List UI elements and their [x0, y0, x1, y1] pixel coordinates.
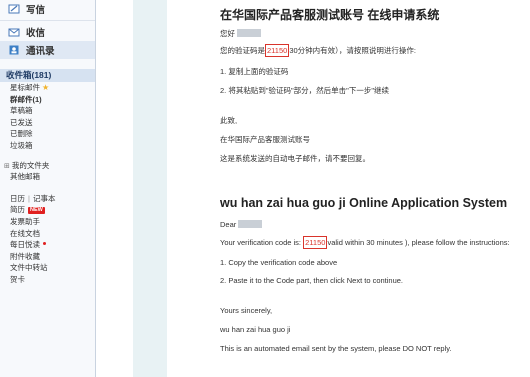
new-badge: NEW — [28, 207, 45, 215]
sidebar-item-starred[interactable]: 星标邮件 ★ — [0, 82, 95, 94]
tool-calendar[interactable]: 日历 — [10, 194, 25, 203]
code-prefix: Your verification code is: — [220, 238, 302, 247]
notification-dot — [43, 242, 46, 246]
receive-button[interactable]: 收信 — [0, 23, 95, 41]
receive-icon — [8, 26, 20, 38]
sidebar-item-group-mail[interactable]: 群邮件(1) — [0, 94, 95, 106]
step-1-cn: 1. 复制上面的验证码 — [220, 67, 289, 76]
code-line-cn: 您的验证码是 21150 30分钟内有效），请按照说明进行操作: — [220, 44, 416, 57]
sidebar-item-sent[interactable]: 已发送 — [0, 117, 95, 129]
greeting-cn: 您好 — [220, 28, 261, 39]
email-body: 在华国际产品客服测试账号 在线申请系统 您好 您的验证码是 21150 30分钟内有… — [200, 0, 530, 377]
email-title-en: wu han zai hua guo ji Online Application… — [220, 196, 508, 210]
step-2-en: 2. Paste it to the Code part, then click… — [220, 276, 404, 285]
compose-label: 写信 — [26, 5, 46, 16]
compose-button[interactable]: 写信 — [0, 0, 95, 18]
auto-note-en: This is an automated email sent by the s… — [220, 344, 452, 353]
divider — [0, 20, 95, 21]
verification-code: 21150 — [265, 44, 290, 57]
tool-file-transfer[interactable]: 文件中转站 — [0, 262, 95, 274]
greeting-text: 您好 — [220, 29, 235, 38]
signature-en: wu han zai hua guo ji — [220, 325, 291, 334]
code-suffix: 30分钟内有效），请按照说明进行操作: — [289, 46, 416, 55]
tool-resume[interactable]: 简历 NEW — [0, 204, 95, 216]
tool-notepad[interactable]: 记事本 — [33, 194, 56, 203]
email-title-cn: 在华国际产品客服测试账号 在线申请系统 — [220, 8, 440, 22]
star-icon: ★ — [42, 83, 50, 92]
tools-section: 日历 | 记事本 简历 NEW 发票助手 在线文档 每日悦读 附件收藏 文件中转站 贺… — [0, 193, 95, 286]
divider: | — [28, 193, 30, 203]
sidebar-item-inbox[interactable]: 收件箱(181) — [0, 69, 95, 82]
tool-online-docs[interactable]: 在线文档 — [0, 228, 95, 240]
closing-en: Yours sincerely, — [220, 306, 273, 315]
code-suffix: valid within 30 minutes ), please follow… — [327, 238, 510, 247]
code-prefix: 您的验证码是 — [220, 46, 265, 55]
tool-mail-assistant[interactable]: 发票助手 — [0, 216, 95, 228]
step-2-cn: 2. 将其粘贴到"验证码"部分，然后单击"下一步"继续 — [220, 86, 389, 95]
sidebar-item-label: 星标邮件 — [10, 83, 40, 92]
contacts-icon — [8, 44, 20, 56]
tool-daily-read[interactable]: 每日悦读 — [0, 239, 95, 251]
sidebar-item-deleted[interactable]: 已删除 — [0, 128, 95, 140]
receive-label: 收信 — [26, 28, 46, 39]
tool-daily-read-label: 每日悦读 — [10, 240, 40, 250]
sidebar-item-other-mailbox[interactable]: 其他邮箱 — [0, 171, 95, 183]
redacted-name — [237, 29, 261, 37]
sidebar-item-label: 我的文件夹 — [11, 160, 50, 170]
closing-cn: 此致, — [220, 116, 238, 125]
sidebar-item-spam[interactable]: 垃圾箱 — [0, 140, 95, 152]
tool-cards[interactable]: 贺卡 — [0, 274, 95, 286]
contacts-label: 通讯录 — [26, 46, 55, 57]
step-1-en: 1. Copy the verification code above — [220, 258, 338, 267]
calendar-notepad-row: 日历 | 记事本 — [0, 193, 95, 205]
sidebar-item-my-folders[interactable]: ⊞ 我的文件夹 — [0, 160, 95, 172]
expand-icon[interactable]: ⊞ — [4, 163, 10, 170]
redacted-name — [238, 220, 263, 228]
tool-attachments[interactable]: 附件收藏 — [0, 251, 95, 263]
verification-code: 21150 — [303, 236, 328, 249]
contacts-button[interactable]: 通讯录 — [0, 41, 95, 59]
mail-sidebar: 写信 收信 通讯录 收件箱(181) 星标邮件 ★ 群邮件(1) 草稿箱 已发送 … — [0, 0, 96, 377]
auto-note-cn: 这是系统发送的自动电子邮件，请不要回复。 — [220, 154, 370, 163]
sidebar-item-drafts[interactable]: 草稿箱 — [0, 105, 95, 117]
signature-cn: 在华国际产品客服测试账号 — [220, 135, 310, 144]
compose-icon — [8, 3, 20, 15]
greeting-en: Dear — [220, 220, 263, 229]
greeting-text: Dear — [220, 220, 237, 229]
decorative-stripe — [133, 0, 167, 377]
tool-resume-label: 简历 — [10, 205, 25, 215]
code-line-en: Your verification code is: 21150 valid wi… — [220, 236, 510, 249]
